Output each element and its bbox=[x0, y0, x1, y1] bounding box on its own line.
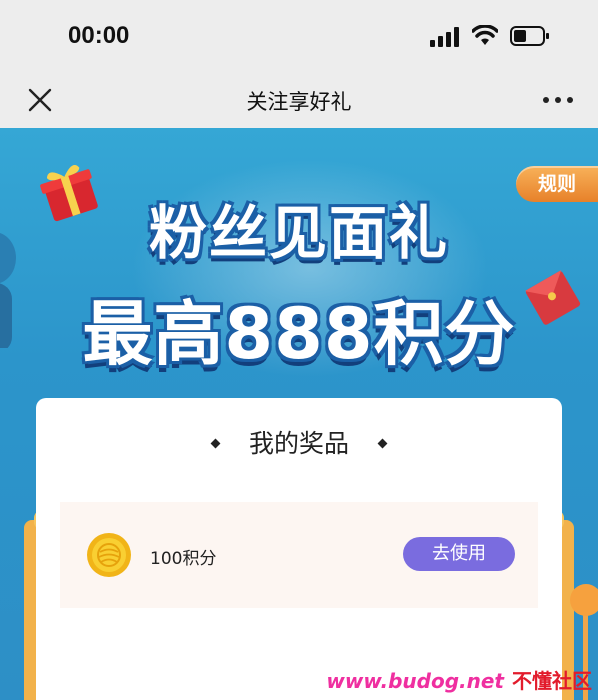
signal-icon bbox=[430, 27, 459, 47]
wifi-icon bbox=[472, 25, 498, 45]
more-icon[interactable] bbox=[540, 92, 576, 108]
battery-icon bbox=[510, 26, 549, 46]
use-button[interactable]: 去使用 bbox=[403, 537, 515, 571]
coin-icon bbox=[87, 533, 131, 577]
card-title: 我的奖品 bbox=[248, 429, 349, 458]
watermark-url: www.budog.net bbox=[326, 669, 504, 693]
status-bar: 00:00 bbox=[0, 0, 598, 72]
diamond-decoration-right bbox=[377, 438, 388, 449]
prize-item: 100积分 去使用 bbox=[60, 502, 538, 608]
watermark: www.budog.net 不懂社区 bbox=[326, 665, 592, 694]
card-header: 我的奖品 bbox=[36, 424, 562, 464]
prize-name: 100积分 bbox=[150, 549, 217, 569]
prizes-card: 我的奖品 100积分 去使用 bbox=[36, 398, 562, 700]
page-title: 关注享好礼 bbox=[246, 90, 352, 114]
status-time: 00:00 bbox=[68, 22, 130, 49]
headline-title: 粉丝见面礼 bbox=[148, 199, 449, 267]
headline-subtitle: 最高888积分 bbox=[82, 293, 516, 375]
watermark-name: 不懂社区 bbox=[512, 669, 592, 693]
nav-bar: 关注享好礼 bbox=[0, 72, 598, 128]
diamond-decoration-left bbox=[210, 438, 221, 449]
